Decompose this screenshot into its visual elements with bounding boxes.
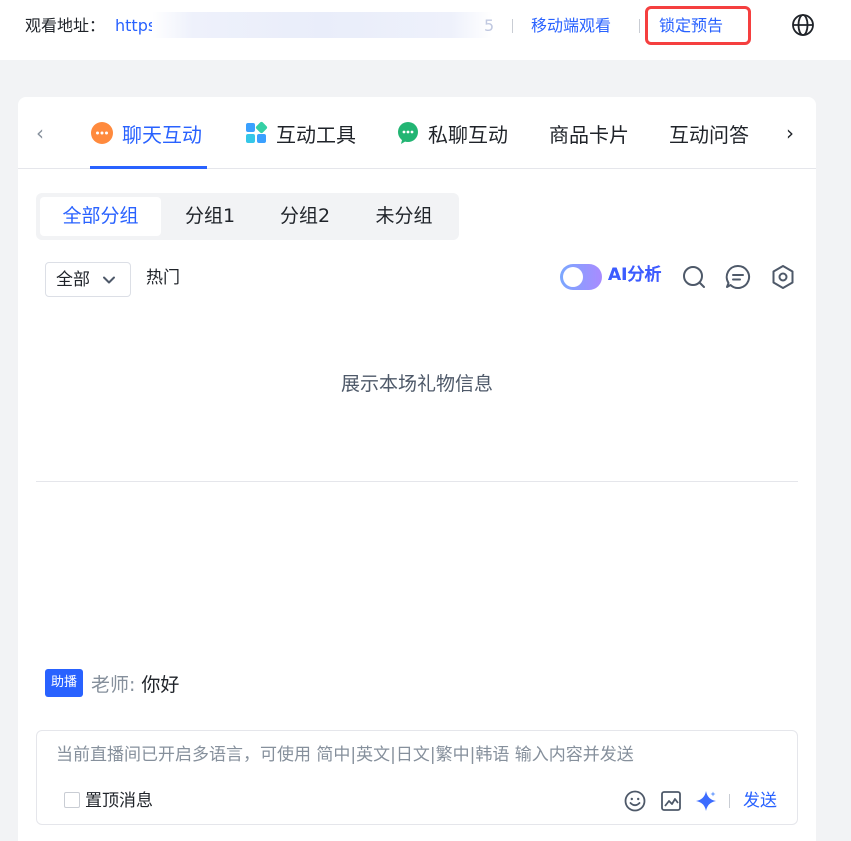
tab-next-arrow[interactable]: › <box>786 121 794 145</box>
tab-label: 互动问答 <box>669 122 749 147</box>
watch-url-tail: 5 <box>484 16 495 35</box>
tab-label: 私聊互动 <box>428 122 508 147</box>
private-chat-icon <box>398 122 418 144</box>
message-sender: 老师: <box>91 673 136 696</box>
group-selector: 全部分组 分组1 分组2 未分组 <box>36 193 459 240</box>
lock-preview-link[interactable]: 锁定预告 <box>659 15 723 37</box>
divider <box>512 19 513 33</box>
ai-analysis-label[interactable]: AI分析 <box>608 263 661 287</box>
tab-bar: ‹ 聊天互动 互动工具 私聊互动 商品卡片 互动问答 › <box>18 97 816 169</box>
ai-analysis-toggle[interactable] <box>560 264 602 290</box>
tab-label: 商品卡片 <box>549 122 629 147</box>
search-icon[interactable] <box>681 264 707 290</box>
mobile-watch-link[interactable]: 移动端观看 <box>531 15 611 37</box>
url-redaction-mask <box>152 12 492 38</box>
image-icon[interactable] <box>660 790 682 812</box>
watch-address-label: 观看地址： <box>25 16 106 35</box>
chat-input-placeholder[interactable]: 当前直播间已开启多语言，可使用 简中|英文|日文|繁中|韩语 输入内容并发送 <box>56 743 634 767</box>
top-bar: 观看地址： https 5 移动端观看 锁定预告 <box>0 0 851 60</box>
ai-sparkle-icon[interactable] <box>695 790 717 812</box>
divider <box>729 794 730 808</box>
tab-prev-arrow[interactable]: ‹ <box>36 121 44 145</box>
chat-input-box[interactable]: 当前直播间已开启多语言，可使用 简中|英文|日文|繁中|韩语 输入内容并发送 置… <box>36 730 798 825</box>
chevron-down-icon <box>103 276 115 284</box>
watch-url-link[interactable]: https <box>115 15 156 37</box>
toggle-knob <box>563 267 583 287</box>
assistant-role-badge: 助播 <box>45 669 83 697</box>
globe-icon[interactable] <box>791 13 815 37</box>
tab-interactive-tools[interactable]: 互动工具 <box>244 119 356 147</box>
section-divider <box>36 481 798 482</box>
message-list-icon[interactable] <box>725 264 751 290</box>
group-ungrouped[interactable]: 未分组 <box>356 197 452 236</box>
group-1[interactable]: 分组1 <box>166 197 254 236</box>
pin-message-label[interactable]: 置顶消息 <box>85 789 153 813</box>
gift-info-placeholder: 展示本场礼物信息 <box>340 373 493 395</box>
tab-chat-interaction[interactable]: 聊天互动 <box>90 119 202 147</box>
tab-private-chat[interactable]: 私聊互动 <box>396 119 508 147</box>
send-button[interactable]: 发送 <box>743 789 777 813</box>
tab-interactive-qa[interactable]: 互动问答 <box>669 119 749 147</box>
message-filter-select[interactable]: 全部 <box>45 262 131 297</box>
group-all[interactable]: 全部分组 <box>40 197 161 236</box>
active-tab-indicator <box>90 166 207 169</box>
message-text: 你好 <box>141 673 180 696</box>
filter-select-value: 全部 <box>56 270 90 290</box>
pin-message-checkbox[interactable] <box>64 792 80 808</box>
tab-product-card[interactable]: 商品卡片 <box>549 119 629 147</box>
settings-icon[interactable] <box>770 264 796 290</box>
grid-tools-icon <box>246 121 268 143</box>
hot-filter[interactable]: 热门 <box>146 266 180 290</box>
group-2[interactable]: 分组2 <box>260 197 350 236</box>
chat-panel: ‹ 聊天互动 互动工具 私聊互动 商品卡片 互动问答 › 全部分组 分组1 分组… <box>18 97 816 841</box>
chat-bubble-icon <box>91 122 113 144</box>
tab-label: 互动工具 <box>276 122 356 147</box>
tab-label: 聊天互动 <box>122 122 202 147</box>
chat-message: 助播 老师: 你好 <box>45 668 179 698</box>
divider <box>639 19 640 33</box>
emoji-icon[interactable] <box>624 790 646 812</box>
